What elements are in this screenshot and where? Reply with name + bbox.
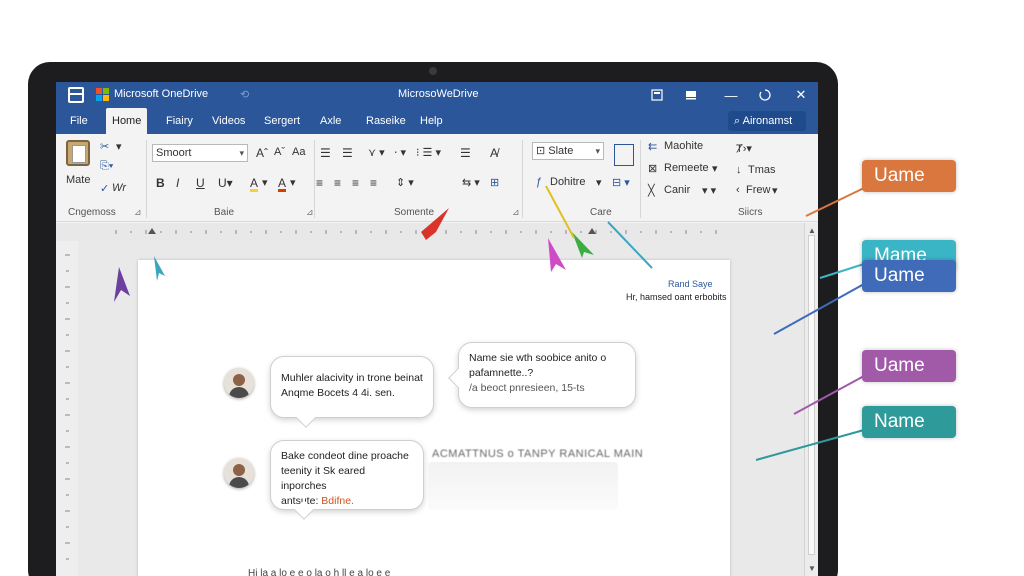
callout-3: Uame — [862, 260, 956, 292]
callout-1: Uame — [862, 160, 956, 192]
leader-line — [755, 429, 865, 461]
leader-line — [819, 263, 865, 279]
leader-line — [805, 187, 865, 217]
footer-text: Hi la a lo e e o la o h ll e a lo e e — [248, 568, 391, 576]
leader-line — [793, 375, 865, 415]
leader-line — [773, 283, 865, 335]
callout-4: Uame — [862, 350, 956, 382]
stage: Microsoft OneDrive ⟲ MicrosoWeDrive — ✕ … — [0, 0, 1024, 576]
callout-5: Name — [862, 406, 956, 438]
